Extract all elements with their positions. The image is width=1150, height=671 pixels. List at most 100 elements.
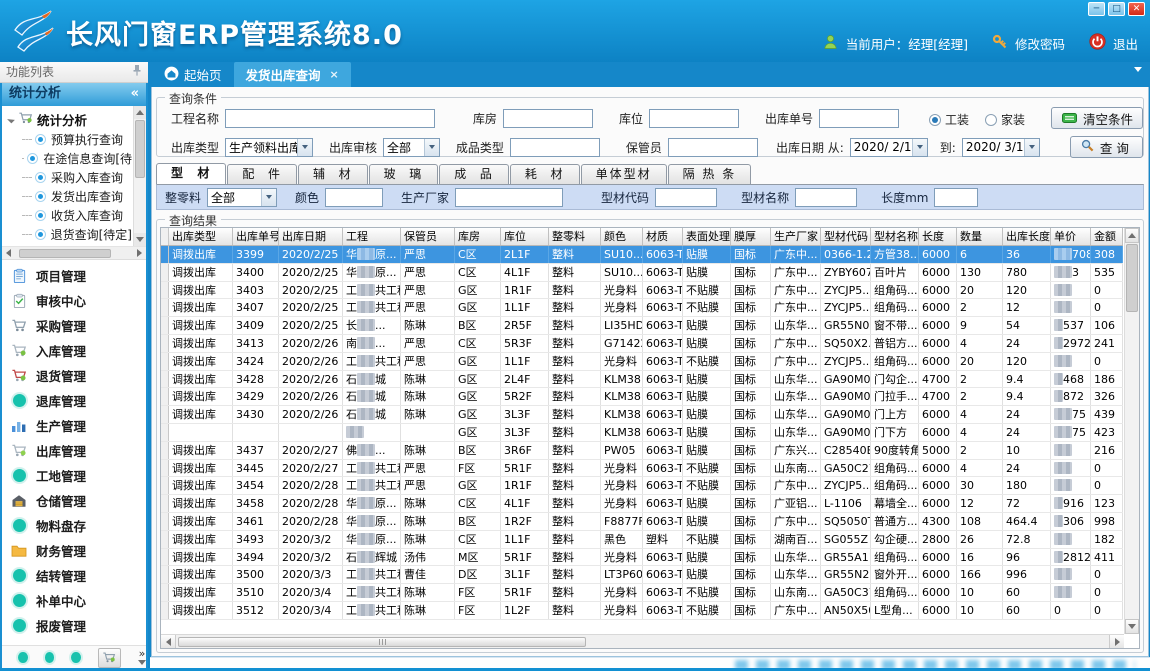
date-to-select[interactable]: 2020/ 3/16 xyxy=(962,138,1040,157)
table-row[interactable]: 调拨出库34092020/2/25长...陈琳B区2R5F整料LI35HD606… xyxy=(161,317,1123,335)
module-item-生产管理[interactable]: 生产管理 xyxy=(2,413,146,438)
table-row[interactable]: 调拨出库34032020/2/25工共工程严思G区1R1F整料光身料6063-T… xyxy=(161,282,1123,300)
column-header-工程[interactable]: 工程 xyxy=(343,228,401,245)
material-tab[interactable]: 配 件 xyxy=(227,164,297,184)
tree-item[interactable]: 发货出库查询 xyxy=(8,187,132,206)
module-item-入库管理[interactable]: 入库管理 xyxy=(2,338,146,363)
column-header-整零料[interactable]: 整零料 xyxy=(549,228,601,245)
pin-icon[interactable] xyxy=(132,62,142,82)
module-item-物料盘存[interactable]: 物料盘存 xyxy=(2,513,146,538)
tree-vertical-scrollbar[interactable] xyxy=(133,106,146,246)
profile-name-input[interactable] xyxy=(795,188,857,207)
order-no-input[interactable] xyxy=(819,109,899,128)
profile-code-input[interactable] xyxy=(655,188,717,207)
column-header-保管员[interactable]: 保管员 xyxy=(401,228,455,245)
module-item-项目管理[interactable]: 项目管理 xyxy=(2,263,146,288)
material-tab[interactable]: 成 品 xyxy=(439,164,509,184)
length-input[interactable] xyxy=(934,188,978,207)
whole-part-select[interactable]: 全部 xyxy=(207,188,277,207)
column-header-单价[interactable]: 单价 xyxy=(1051,228,1091,245)
column-header-型材名称[interactable]: 型材名称 xyxy=(871,228,919,245)
table-row[interactable]: 调拨出库34072020/2/25工共工程严思G区1L1F整料光身料6063-T… xyxy=(161,299,1123,317)
tree-item[interactable]: 采购入库查询 xyxy=(8,168,132,187)
radio-home[interactable]: 家装 xyxy=(985,109,1025,128)
table-row[interactable]: 调拨出库35002020/3/3工共工程曹佳D区3L1F整料LT3P606063… xyxy=(161,566,1123,584)
table-row[interactable]: 调拨出库34542020/2/28工共工程严思G区1R1F整料光身料6063-T… xyxy=(161,477,1123,495)
module-item-退库管理[interactable]: 退库管理 xyxy=(2,388,146,413)
column-header-数量[interactable]: 数量 xyxy=(957,228,1003,245)
tab-close-icon[interactable]: × xyxy=(330,68,339,81)
color-input[interactable] xyxy=(325,188,383,207)
location-input[interactable] xyxy=(649,109,739,128)
module-item-采购管理[interactable]: 采购管理 xyxy=(2,313,146,338)
column-header-型材代码[interactable]: 型材代码 xyxy=(821,228,871,245)
tree-item[interactable]: 在途信息查询[待 xyxy=(8,149,132,168)
tree-item[interactable]: 收货入库查询 xyxy=(8,206,132,225)
column-header-库房[interactable]: 库房 xyxy=(455,228,501,245)
column-header-库位[interactable]: 库位 xyxy=(501,228,549,245)
material-tab[interactable]: 隔 热 条 xyxy=(668,164,752,184)
radio-industrial[interactable]: 工装 xyxy=(929,109,969,128)
column-header-膜厚[interactable]: 膜厚 xyxy=(731,228,771,245)
maximize-button[interactable]: □ xyxy=(1108,2,1125,16)
tree-item[interactable]: 退货查询[待定] xyxy=(8,225,132,244)
sidebar-group-statistics[interactable]: 统计分析 « xyxy=(2,83,146,106)
module-dot-icon[interactable] xyxy=(18,652,28,663)
table-row[interactable]: 调拨出库34132020/2/26南...严思C区5R3F整料G71422606… xyxy=(161,335,1123,353)
module-item-财务管理[interactable]: 财务管理 xyxy=(2,538,146,563)
module-item-退货管理[interactable]: 退货管理 xyxy=(2,363,146,388)
module-item-审核中心[interactable]: 审核中心 xyxy=(2,288,146,313)
logout-button[interactable]: 退出 xyxy=(1113,34,1138,53)
table-row[interactable]: 调拨出库34282020/2/26石城陈琳G区2L4F整料KLM38176063… xyxy=(161,371,1123,389)
table-row[interactable]: 调拨出库34932020/3/2华原...陈琳C区1L1F整料黑色塑料不贴膜国标… xyxy=(161,531,1123,549)
module-dot-icon[interactable] xyxy=(45,652,55,663)
module-item-结转管理[interactable]: 结转管理 xyxy=(2,563,146,588)
table-row[interactable]: 调拨出库34452020/2/27工共工程严思F区5R1F整料光身料6063-T… xyxy=(161,460,1123,478)
material-tab[interactable]: 辅 材 xyxy=(298,164,368,184)
cart-module-button[interactable] xyxy=(98,648,121,668)
column-header-颜色[interactable]: 颜色 xyxy=(601,228,643,245)
module-item-补单中心[interactable]: 补单中心 xyxy=(2,588,146,613)
material-tab[interactable]: 型 材 xyxy=(156,163,226,184)
module-item-出库管理[interactable]: 出库管理 xyxy=(2,438,146,463)
column-header-表面处理[interactable]: 表面处理 xyxy=(683,228,731,245)
tree-horizontal-scrollbar[interactable] xyxy=(2,247,146,260)
tree-item[interactable]: 退库管理[待定] xyxy=(8,244,132,247)
change-password-button[interactable]: 修改密码 xyxy=(1015,34,1065,53)
grid-vertical-scrollbar[interactable] xyxy=(1124,228,1139,634)
tree-root-statistics[interactable]: 统计分析 xyxy=(8,109,132,130)
table-row[interactable]: 调拨出库34612020/2/28华原...陈琳B区1R2F整料F8877FT6… xyxy=(161,513,1123,531)
date-from-select[interactable]: 2020/ 2/16 xyxy=(850,138,928,157)
module-item-仓储管理[interactable]: 仓储管理 xyxy=(2,488,146,513)
table-row[interactable]: 调拨出库34582020/2/28华原...陈琳C区4L1F整料光身料6063-… xyxy=(161,495,1123,513)
table-row[interactable]: 调拨出库34242020/2/26工共工程严思G区1L1F整料光身料6063-T… xyxy=(161,353,1123,371)
column-header-出库日期[interactable]: 出库日期 xyxy=(279,228,343,245)
module-dot-icon[interactable] xyxy=(71,652,81,663)
table-row[interactable]: 调拨出库34302020/2/26石城陈琳G区3L3F整料KLM38176063… xyxy=(161,406,1123,424)
overflow-chevron[interactable]: » xyxy=(138,650,146,666)
out-type-select[interactable]: 生产领料出库 xyxy=(225,138,313,157)
tab-shipment-outbound-query[interactable]: 发货出库查询 × xyxy=(234,62,351,87)
search-button[interactable]: 查 询 xyxy=(1070,136,1143,158)
keeper-input[interactable] xyxy=(668,138,758,157)
column-header-出库长度[interactable]: 出库长度 xyxy=(1003,228,1051,245)
material-tab[interactable]: 单体型材 xyxy=(581,164,667,184)
grid-horizontal-scrollbar[interactable] xyxy=(161,634,1124,648)
tab-home[interactable]: 起始页 xyxy=(152,62,234,87)
table-row[interactable]: 调拨出库33992020/2/25华原...严思C区2L1F整料SU10...6… xyxy=(161,246,1123,264)
table-row[interactable]: 调拨出库35102020/3/4工共工程陈琳F区5R1F整料光身料6063-T5… xyxy=(161,584,1123,602)
product-type-input[interactable] xyxy=(510,138,600,157)
project-name-input[interactable] xyxy=(225,109,435,128)
tab-list-dropdown-icon[interactable] xyxy=(1134,72,1142,91)
column-header-材质[interactable]: 材质 xyxy=(643,228,683,245)
column-header-生产厂家[interactable]: 生产厂家 xyxy=(771,228,821,245)
table-row[interactable]: 调拨出库34372020/2/27佛...陈琳B区3R6F整料PW056063-… xyxy=(161,442,1123,460)
module-item-报废管理[interactable]: 报废管理 xyxy=(2,613,146,638)
tree-item[interactable]: 预算执行查询 xyxy=(8,130,132,149)
table-row[interactable]: 调拨出库34942020/3/2石辉城汤伟M区5R1F整料光身料6063-T5贴… xyxy=(161,549,1123,567)
collapse-icon[interactable]: « xyxy=(131,83,139,106)
expand-icon[interactable] xyxy=(7,116,15,124)
manufacturer-input[interactable] xyxy=(455,188,563,207)
audit-select[interactable]: 全部 xyxy=(383,138,440,157)
column-header-出库类型[interactable]: 出库类型 xyxy=(169,228,233,245)
